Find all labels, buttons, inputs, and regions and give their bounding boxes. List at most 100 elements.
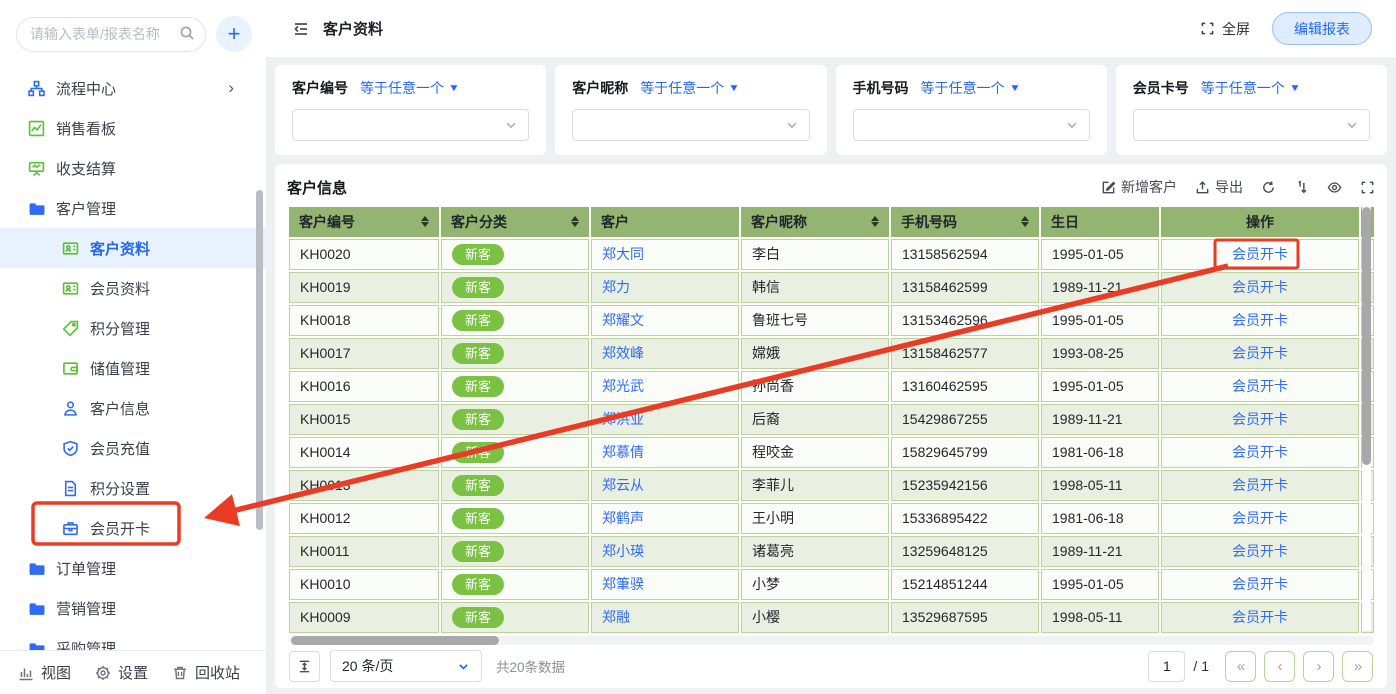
open-membership-card-link[interactable]: 会员开卡 bbox=[1232, 312, 1288, 328]
sidebar-item-客户管理[interactable]: 客户管理 bbox=[0, 188, 266, 228]
open-membership-card-link[interactable]: 会员开卡 bbox=[1232, 246, 1288, 262]
new-customer-badge: 新客 bbox=[452, 574, 504, 596]
filter-value-select[interactable] bbox=[292, 109, 529, 141]
filter-operator-dropdown[interactable]: 等于任意一个▼ bbox=[1201, 78, 1300, 98]
page-title: 客户资料 bbox=[323, 18, 383, 39]
sidebar-item-储值管理[interactable]: 储值管理 bbox=[0, 348, 266, 388]
customer-name-link[interactable]: 郑慕倩 bbox=[602, 444, 644, 460]
footer-item-回收站[interactable]: 回收站 bbox=[172, 662, 240, 683]
open-membership-card-link[interactable]: 会员开卡 bbox=[1232, 477, 1288, 493]
open-membership-card-link[interactable]: 会员开卡 bbox=[1232, 543, 1288, 559]
cell-customer-name: 郑云从 bbox=[591, 470, 739, 501]
customer-name-link[interactable]: 郑鹤声 bbox=[602, 510, 644, 526]
sidebar-item-采购管理[interactable]: 采购管理 bbox=[0, 628, 266, 650]
sidebar-item-会员资料[interactable]: 会员资料 bbox=[0, 268, 266, 308]
sidebar-item-营销管理[interactable]: 营销管理 bbox=[0, 588, 266, 628]
table-row-KH0010: KH0010新客郑筆骙小梦152148512441995-01-05会员开卡 bbox=[289, 569, 1374, 600]
filter-value-select[interactable] bbox=[1133, 109, 1370, 141]
sort-arrows-icon[interactable] bbox=[871, 216, 879, 227]
page-number-input[interactable] bbox=[1148, 651, 1185, 682]
customer-name-link[interactable]: 郑小瑛 bbox=[602, 543, 644, 559]
table-horizontal-scrollbar[interactable] bbox=[289, 636, 1374, 645]
new-customer-badge: 新客 bbox=[452, 409, 504, 431]
chevron-down-icon bbox=[785, 118, 799, 132]
sidebar-item-积分设置[interactable]: 积分设置 bbox=[0, 468, 266, 508]
customer-name-link[interactable]: 郑耀文 bbox=[602, 312, 644, 328]
collapse-sidebar-icon[interactable] bbox=[292, 20, 310, 38]
open-membership-card-link[interactable]: 会员开卡 bbox=[1232, 609, 1288, 625]
open-membership-card-link[interactable]: 会员开卡 bbox=[1232, 279, 1288, 295]
table-row-KH0020: KH0020新客郑大同李白131585625941995-01-05会员开卡 bbox=[289, 239, 1374, 270]
open-membership-card-link[interactable]: 会员开卡 bbox=[1232, 510, 1288, 526]
sort-button[interactable] bbox=[1294, 180, 1309, 195]
first-page-button[interactable]: « bbox=[1225, 651, 1256, 682]
footer-item-设置[interactable]: 设置 bbox=[95, 662, 148, 683]
sort-arrows-icon[interactable] bbox=[421, 216, 429, 227]
fullscreen-button[interactable]: 全屏 bbox=[1200, 19, 1250, 39]
column-header-客户分类[interactable]: 客户分类 bbox=[441, 207, 589, 237]
page-size-select[interactable]: 20 条/页 bbox=[330, 650, 482, 682]
sidebar-item-流程中心[interactable]: 流程中心› bbox=[0, 68, 266, 108]
visibility-button[interactable] bbox=[1327, 180, 1342, 195]
filter-operator-dropdown[interactable]: 等于任意一个▼ bbox=[360, 78, 459, 98]
row-height-button[interactable] bbox=[289, 651, 320, 682]
customer-name-link[interactable]: 郑融 bbox=[602, 609, 630, 625]
cell-customer-name: 郑小瑛 bbox=[591, 536, 739, 567]
sidebar-item-订单管理[interactable]: 订单管理 bbox=[0, 548, 266, 588]
filter-value-select[interactable] bbox=[853, 109, 1090, 141]
cell-customer-id: KH0015 bbox=[289, 404, 439, 435]
next-page-button[interactable]: › bbox=[1303, 651, 1334, 682]
sort-arrows-icon[interactable] bbox=[1021, 216, 1029, 227]
sidebar-item-客户资料[interactable]: 客户资料 bbox=[0, 228, 266, 268]
edit-square-icon bbox=[1101, 180, 1116, 195]
sidebar-item-label: 会员开卡 bbox=[90, 518, 150, 539]
cell-action: 会员开卡 bbox=[1161, 404, 1359, 435]
customer-name-link[interactable]: 郑力 bbox=[602, 279, 630, 295]
cell-birthday: 1989-11-21 bbox=[1041, 272, 1159, 303]
sidebar-item-销售看板[interactable]: 销售看板 bbox=[0, 108, 266, 148]
open-membership-card-link[interactable]: 会员开卡 bbox=[1232, 378, 1288, 394]
open-membership-card-link[interactable]: 会员开卡 bbox=[1232, 411, 1288, 427]
open-membership-card-link[interactable]: 会员开卡 bbox=[1232, 345, 1288, 361]
sort-arrows-icon[interactable] bbox=[571, 216, 579, 227]
customer-name-link[interactable]: 郑效峰 bbox=[602, 345, 644, 361]
cell-nickname: 诸葛亮 bbox=[741, 536, 889, 567]
sidebar-item-会员充值[interactable]: 会员充值 bbox=[0, 428, 266, 468]
edit-report-button[interactable]: 编辑报表 bbox=[1272, 12, 1372, 45]
sort-icon bbox=[1294, 180, 1309, 195]
prev-page-button[interactable]: ‹ bbox=[1264, 651, 1295, 682]
customer-name-link[interactable]: 郑筆骙 bbox=[602, 576, 644, 592]
sidebar-item-客户信息[interactable]: 客户信息 bbox=[0, 388, 266, 428]
add-customer-button[interactable]: 新增客户 bbox=[1101, 177, 1177, 197]
sidebar-scrollbar[interactable] bbox=[256, 190, 263, 530]
open-membership-card-link[interactable]: 会员开卡 bbox=[1232, 576, 1288, 592]
cell-phone: 15829645799 bbox=[891, 437, 1039, 468]
customer-name-link[interactable]: 郑大同 bbox=[602, 246, 644, 262]
search-input[interactable] bbox=[16, 17, 206, 52]
chart-icon bbox=[28, 120, 45, 137]
filter-card-客户编号: 客户编号等于任意一个▼ bbox=[275, 65, 546, 155]
customer-name-link[interactable]: 郑光武 bbox=[602, 378, 644, 394]
sidebar-item-积分管理[interactable]: 积分管理 bbox=[0, 308, 266, 348]
table-fullscreen-button[interactable] bbox=[1360, 180, 1375, 195]
open-membership-card-link[interactable]: 会员开卡 bbox=[1232, 444, 1288, 460]
sidebar-item-label: 储值管理 bbox=[90, 358, 150, 379]
filter-value-select[interactable] bbox=[572, 109, 809, 141]
column-header-客户编号[interactable]: 客户编号 bbox=[289, 207, 439, 237]
table-vertical-scrollbar[interactable] bbox=[1362, 207, 1371, 631]
customer-name-link[interactable]: 郑洪业 bbox=[602, 411, 644, 427]
table-header-row: 客户编号客户分类客户客户昵称手机号码生日操作 bbox=[289, 207, 1374, 237]
refresh-button[interactable] bbox=[1261, 180, 1276, 195]
sidebar-item-会员开卡[interactable]: 会员开卡 bbox=[0, 508, 266, 548]
column-header-客户昵称[interactable]: 客户昵称 bbox=[741, 207, 889, 237]
last-page-button[interactable]: » bbox=[1342, 651, 1373, 682]
column-header-手机号码[interactable]: 手机号码 bbox=[891, 207, 1039, 237]
filter-operator-dropdown[interactable]: 等于任意一个▼ bbox=[640, 78, 739, 98]
customer-name-link[interactable]: 郑云从 bbox=[602, 477, 644, 493]
export-button[interactable]: 导出 bbox=[1195, 177, 1243, 197]
sidebar-item-收支结算[interactable]: 收支结算 bbox=[0, 148, 266, 188]
footer-item-视图[interactable]: 视图 bbox=[18, 662, 71, 683]
cell-customer-category: 新客 bbox=[441, 272, 589, 303]
add-form-button[interactable]: + bbox=[216, 16, 252, 52]
filter-operator-dropdown[interactable]: 等于任意一个▼ bbox=[921, 78, 1020, 98]
